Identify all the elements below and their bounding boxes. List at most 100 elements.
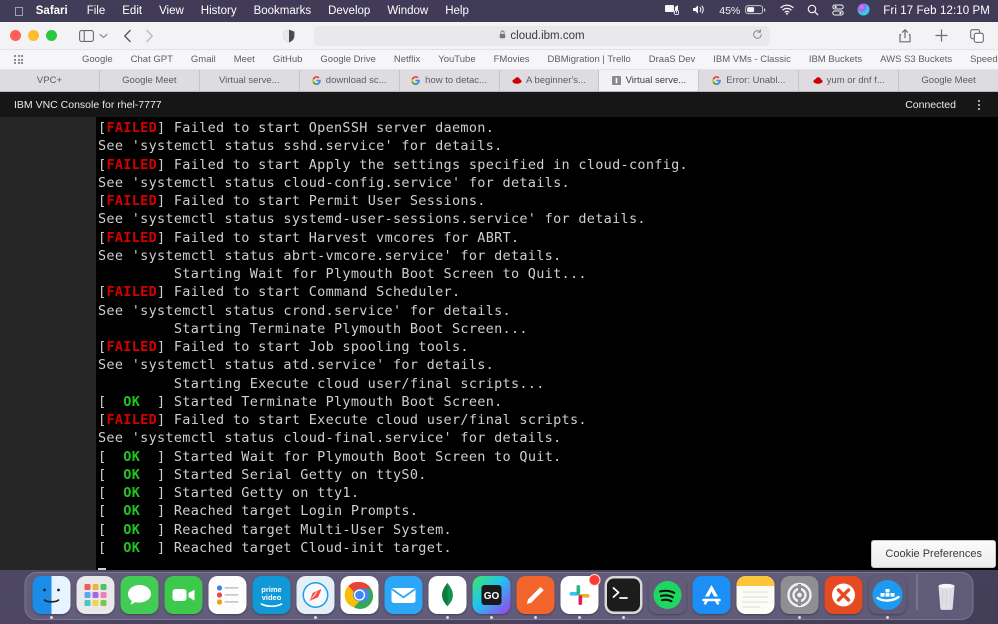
back-chevron-icon[interactable] xyxy=(116,26,138,46)
tab-download-sc[interactable]: download sc... xyxy=(300,70,400,91)
bookmark-netflix[interactable]: Netflix xyxy=(385,54,429,65)
dock-item-system-settings[interactable] xyxy=(781,576,819,614)
tab-virtual-server-1[interactable]: Virtual serve... xyxy=(200,70,300,91)
dock-item-finder[interactable] xyxy=(33,576,71,614)
dock-item-goland[interactable]: GO xyxy=(473,576,511,614)
tab-google-meet-1[interactable]: Google Meet xyxy=(100,70,200,91)
safari-icon xyxy=(297,576,335,614)
terminal-bracket: [ xyxy=(98,522,123,538)
forward-chevron-icon[interactable] xyxy=(138,26,160,46)
status-tag-failed: FAILED xyxy=(106,157,157,173)
menu-item-help[interactable]: Help xyxy=(445,5,469,17)
status-tag-failed: FAILED xyxy=(106,412,157,428)
menu-bar-clock[interactable]: Fri 17 Feb 12:10 PM xyxy=(883,5,990,17)
close-window-button[interactable] xyxy=(10,30,21,41)
dock-item-slack[interactable] xyxy=(561,576,599,614)
menu-item-file[interactable]: File xyxy=(87,5,106,17)
terminal-line: [FAILED] Failed to start Permit User Ses… xyxy=(98,192,998,210)
status-tag-ok: OK xyxy=(123,522,140,538)
dock-item-facetime[interactable] xyxy=(165,576,203,614)
tab-google-meet-2[interactable]: Google Meet xyxy=(899,70,998,91)
tab-a-beginners[interactable]: A beginner's... xyxy=(500,70,600,91)
kebab-menu-icon[interactable] xyxy=(974,98,984,112)
reload-icon[interactable] xyxy=(752,29,763,43)
dock-item-notes[interactable] xyxy=(737,576,775,614)
bookmark-ibm-buckets[interactable]: IBM Buckets xyxy=(800,54,871,65)
menu-item-history[interactable]: History xyxy=(201,5,237,17)
menu-item-view[interactable]: View xyxy=(159,5,184,17)
terminal-output[interactable]: [FAILED] Failed to start OpenSSH server … xyxy=(96,117,998,570)
dock-item-postman[interactable] xyxy=(517,576,555,614)
plus-icon[interactable] xyxy=(930,26,952,46)
terminal-message: Reached target Login Prompts. xyxy=(174,503,418,519)
bookmark-dbmigration-trello[interactable]: DBMigration | Trello xyxy=(539,54,640,65)
address-bar[interactable]: cloud.ibm.com xyxy=(314,26,770,46)
menu-item-safari[interactable]: Safari xyxy=(36,5,68,17)
bookmark-aws-s3-buckets[interactable]: AWS S3 Buckets xyxy=(871,54,961,65)
notes-icon xyxy=(737,576,775,614)
battery-icon[interactable] xyxy=(745,4,767,18)
screen-sharing-icon[interactable] xyxy=(665,4,679,18)
tab-how-to-detach[interactable]: how to detac... xyxy=(400,70,500,91)
share-icon[interactable] xyxy=(894,26,916,46)
cookie-preferences-button[interactable]: Cookie Preferences xyxy=(871,540,996,568)
dock-item-spotify[interactable] xyxy=(649,576,687,614)
dock-item-docker[interactable] xyxy=(869,576,907,614)
bookmark-speed-test[interactable]: Speed Test xyxy=(961,54,998,65)
dock-item-chrome[interactable] xyxy=(341,576,379,614)
bookmark-google[interactable]: Google xyxy=(73,54,122,65)
bookmark-draas-dev[interactable]: DraaS Dev xyxy=(640,54,704,65)
tab-virtual-server-active[interactable]: Virtual serve... xyxy=(599,70,699,91)
bookmark-google-drive[interactable]: Google Drive xyxy=(311,54,384,65)
wifi-icon[interactable] xyxy=(780,4,794,18)
dock-item-mail[interactable] xyxy=(385,576,423,614)
search-icon[interactable] xyxy=(807,4,819,19)
dock-item-safari[interactable] xyxy=(297,576,335,614)
redhat-favicon-icon xyxy=(813,76,822,85)
bookmark-github[interactable]: GitHub xyxy=(264,54,312,65)
chevron-down-icon[interactable] xyxy=(97,26,110,46)
siri-icon[interactable] xyxy=(857,3,870,19)
volume-icon[interactable] xyxy=(692,4,706,18)
dock-item-x-app[interactable] xyxy=(825,576,863,614)
tab-error-unable[interactable]: Error: Unabl... xyxy=(699,70,799,91)
bookmark-ibm-vms-classic[interactable]: IBM VMs - Classic xyxy=(704,54,800,65)
menu-item-develop[interactable]: Develop xyxy=(328,5,370,17)
minimize-window-button[interactable] xyxy=(28,30,39,41)
dock-item-terminal[interactable] xyxy=(605,576,643,614)
tab-label: Virtual serve... xyxy=(219,75,280,86)
vnc-console-title: IBM VNC Console for rhel-7777 xyxy=(14,99,162,111)
menu-item-edit[interactable]: Edit xyxy=(122,5,142,17)
dock-item-reminders[interactable] xyxy=(209,576,247,614)
terminal-message: Failed to start Job spooling tools. xyxy=(174,339,469,355)
terminal-bracket: [ xyxy=(98,503,123,519)
dock-item-mongodb-compass[interactable] xyxy=(429,576,467,614)
bookmark-gmail[interactable]: Gmail xyxy=(182,54,225,65)
tab-yum-or-dnf[interactable]: yum or dnf f... xyxy=(799,70,899,91)
control-center-icon[interactable] xyxy=(832,4,844,19)
dock-item-app-store[interactable] xyxy=(693,576,731,614)
sidebar-icon[interactable] xyxy=(75,26,97,46)
bookmarks-grid-icon[interactable] xyxy=(14,55,23,64)
dock-item-trash[interactable] xyxy=(928,576,966,614)
maximize-window-button[interactable] xyxy=(46,30,57,41)
running-indicator xyxy=(446,616,449,619)
apple-logo-icon[interactable]:  xyxy=(14,5,24,18)
vnc-console-body[interactable]: [FAILED] Failed to start OpenSSH server … xyxy=(0,117,998,570)
bookmark-chat-gpt[interactable]: Chat GPT xyxy=(122,54,182,65)
finder-icon xyxy=(33,576,71,614)
bookmark-youtube[interactable]: YouTube xyxy=(429,54,484,65)
menu-item-window[interactable]: Window xyxy=(387,5,428,17)
bookmark-meet[interactable]: Meet xyxy=(225,54,264,65)
dock-item-launchpad[interactable] xyxy=(77,576,115,614)
copy-tabs-icon[interactable] xyxy=(966,26,988,46)
bookmark-fmovies[interactable]: FMovies xyxy=(485,54,539,65)
dock-item-prime-video[interactable]: primevideo xyxy=(253,576,291,614)
terminal-line: [ OK ] Started Wait for Plymouth Boot Sc… xyxy=(98,448,998,466)
dock-item-messages[interactable] xyxy=(121,576,159,614)
menu-item-bookmarks[interactable]: Bookmarks xyxy=(254,5,312,17)
mail-icon xyxy=(385,576,423,614)
privacy-shield-icon[interactable] xyxy=(278,26,300,46)
terminal-cursor xyxy=(98,568,106,570)
tab-vpc-plus[interactable]: VPC+ xyxy=(0,70,100,91)
